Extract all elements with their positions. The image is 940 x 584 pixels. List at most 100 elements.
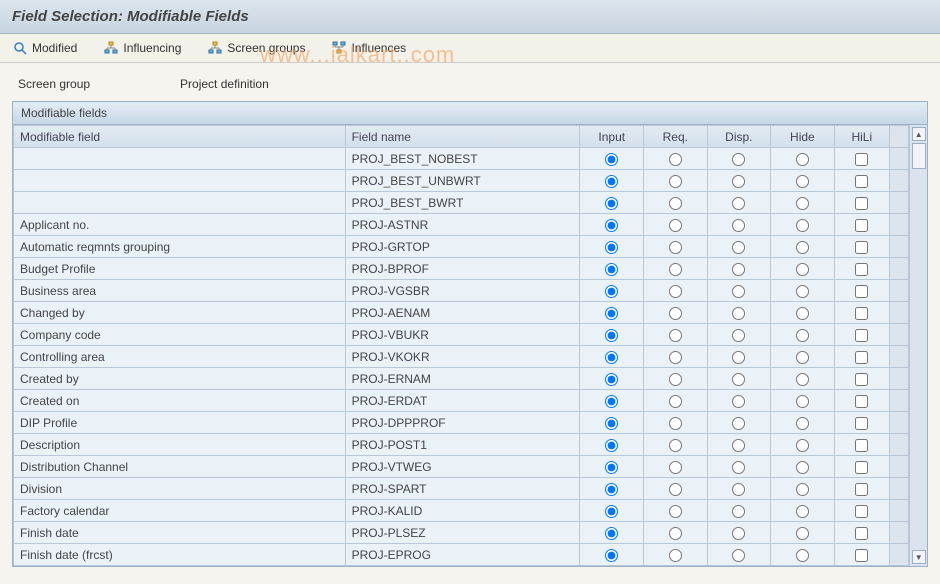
checkbox-hili[interactable] [855,285,868,298]
radio-hide[interactable] [796,527,809,540]
checkbox-hili[interactable] [855,263,868,276]
radio-req[interactable] [669,373,682,386]
radio-disp[interactable] [732,329,745,342]
checkbox-hili[interactable] [855,153,868,166]
checkbox-hili[interactable] [855,373,868,386]
radio-disp[interactable] [732,417,745,430]
col-hili[interactable]: HiLi [834,126,889,148]
scroll-down-icon[interactable]: ▼ [912,550,926,564]
radio-disp[interactable] [732,395,745,408]
radio-req[interactable] [669,219,682,232]
col-modifiable[interactable]: Modifiable field [14,126,346,148]
radio-req[interactable] [669,417,682,430]
col-input[interactable]: Input [580,126,644,148]
radio-hide[interactable] [796,439,809,452]
radio-hide[interactable] [796,197,809,210]
checkbox-hili[interactable] [855,395,868,408]
radio-hide[interactable] [796,241,809,254]
radio-req[interactable] [669,175,682,188]
col-fieldname[interactable]: Field name [345,126,580,148]
radio-req[interactable] [669,351,682,364]
radio-req[interactable] [669,483,682,496]
radio-req[interactable] [669,197,682,210]
radio-hide[interactable] [796,483,809,496]
radio-hide[interactable] [796,153,809,166]
radio-input[interactable] [605,417,618,430]
vertical-scrollbar[interactable]: ▲ ▼ [909,125,927,566]
radio-disp[interactable] [732,263,745,276]
radio-input[interactable] [605,461,618,474]
checkbox-hili[interactable] [855,329,868,342]
checkbox-hili[interactable] [855,549,868,562]
checkbox-hili[interactable] [855,307,868,320]
radio-input[interactable] [605,505,618,518]
checkbox-hili[interactable] [855,175,868,188]
checkbox-hili[interactable] [855,241,868,254]
col-disp[interactable]: Disp. [707,126,771,148]
radio-disp[interactable] [732,527,745,540]
radio-disp[interactable] [732,197,745,210]
radio-input[interactable] [605,219,618,232]
radio-input[interactable] [605,439,618,452]
radio-input[interactable] [605,329,618,342]
scroll-track[interactable] [912,143,926,548]
screen-groups-button[interactable]: Screen groups [203,38,309,58]
radio-req[interactable] [669,461,682,474]
radio-disp[interactable] [732,153,745,166]
radio-req[interactable] [669,549,682,562]
radio-req[interactable] [669,329,682,342]
radio-hide[interactable] [796,395,809,408]
radio-input[interactable] [605,175,618,188]
checkbox-hili[interactable] [855,417,868,430]
radio-input[interactable] [605,549,618,562]
radio-hide[interactable] [796,329,809,342]
radio-hide[interactable] [796,505,809,518]
radio-disp[interactable] [732,307,745,320]
checkbox-hili[interactable] [855,197,868,210]
checkbox-hili[interactable] [855,439,868,452]
scroll-up-icon[interactable]: ▲ [912,127,926,141]
radio-input[interactable] [605,373,618,386]
radio-disp[interactable] [732,219,745,232]
radio-hide[interactable] [796,219,809,232]
radio-input[interactable] [605,241,618,254]
radio-req[interactable] [669,153,682,166]
radio-disp[interactable] [732,461,745,474]
radio-input[interactable] [605,263,618,276]
radio-input[interactable] [605,307,618,320]
radio-disp[interactable] [732,483,745,496]
col-req[interactable]: Req. [644,126,708,148]
radio-hide[interactable] [796,417,809,430]
radio-req[interactable] [669,285,682,298]
radio-disp[interactable] [732,175,745,188]
radio-hide[interactable] [796,373,809,386]
influences-button[interactable]: Influences [327,38,410,58]
radio-req[interactable] [669,263,682,276]
checkbox-hili[interactable] [855,483,868,496]
radio-disp[interactable] [732,549,745,562]
radio-input[interactable] [605,527,618,540]
radio-req[interactable] [669,505,682,518]
radio-hide[interactable] [796,549,809,562]
radio-input[interactable] [605,285,618,298]
radio-hide[interactable] [796,263,809,276]
radio-req[interactable] [669,241,682,254]
radio-disp[interactable] [732,505,745,518]
scroll-thumb[interactable] [912,143,926,169]
radio-input[interactable] [605,351,618,364]
radio-req[interactable] [669,439,682,452]
radio-disp[interactable] [732,241,745,254]
radio-req[interactable] [669,395,682,408]
checkbox-hili[interactable] [855,527,868,540]
col-hide[interactable]: Hide [771,126,835,148]
influencing-button[interactable]: Influencing [99,38,185,58]
radio-hide[interactable] [796,461,809,474]
radio-input[interactable] [605,153,618,166]
checkbox-hili[interactable] [855,219,868,232]
radio-hide[interactable] [796,285,809,298]
radio-req[interactable] [669,307,682,320]
modified-button[interactable]: Modified [8,38,81,58]
radio-hide[interactable] [796,307,809,320]
checkbox-hili[interactable] [855,505,868,518]
radio-disp[interactable] [732,351,745,364]
